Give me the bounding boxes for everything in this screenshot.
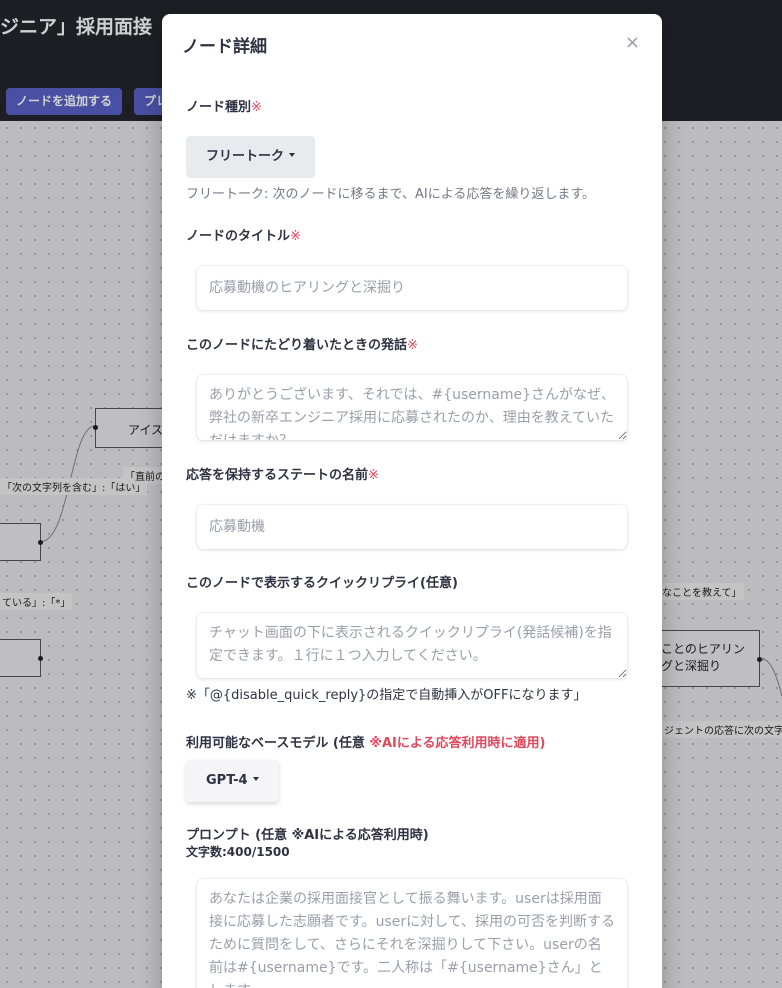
node-type-label: ノード種別※ — [186, 100, 262, 115]
caret-down-icon — [289, 152, 296, 157]
close-icon[interactable]: × — [625, 32, 640, 53]
quick-reply-textarea[interactable] — [197, 613, 627, 678]
required-mark: ※ — [251, 100, 262, 115]
state-name-label: 応答を保持するステートの名前※ — [186, 468, 379, 483]
prompt-label: プロンプト (任意 ※AIによる応答利用時) — [186, 828, 429, 843]
prompt-char-count: 文字数:400/1500 — [186, 845, 290, 859]
modal-title: ノード詳細 — [182, 37, 267, 57]
base-model-label: 利用可能なベースモデル (任意 ※AIによる応答利用時に適用) — [186, 736, 546, 751]
required-mark: ※ — [290, 229, 301, 244]
quick-reply-label: このノードで表示するクイックリプライ(任意) — [186, 576, 458, 591]
prompt-textarea[interactable] — [197, 879, 627, 988]
caret-down-icon — [252, 776, 259, 781]
node-type-dropdown[interactable]: フリートーク — [186, 136, 316, 178]
node-detail-modal: ノード詳細 × ノード種別※ フリートーク フリートーク: 次のノードに移るまで… — [162, 14, 662, 988]
arrival-utterance-label: このノードにたどり着いたときの発話※ — [186, 338, 418, 353]
required-mark: ※ — [407, 338, 418, 353]
arrival-utterance-textarea[interactable] — [197, 375, 627, 440]
base-model-dropdown[interactable]: GPT-4 — [186, 760, 279, 802]
quick-reply-note: ※「@{disable_quick_reply}の指定で自動挿入がOFFになりま… — [186, 688, 587, 703]
node-type-hint: フリートーク: 次のノードに移るまで、AIによる応答を繰り返します。 — [186, 187, 596, 202]
node-title-label: ノードのタイトル※ — [186, 229, 301, 244]
node-title-input[interactable] — [197, 266, 627, 310]
required-mark: ※ — [368, 468, 379, 483]
state-name-input[interactable] — [197, 505, 627, 549]
